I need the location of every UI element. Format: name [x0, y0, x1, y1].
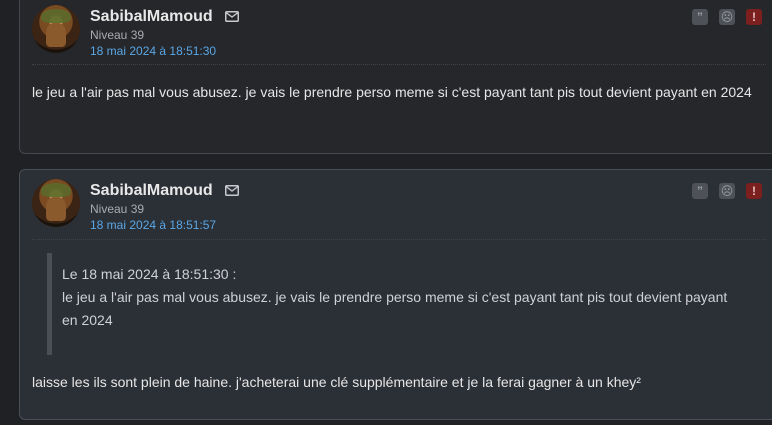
post-date-link[interactable]: 18 mai 2024 à 18:51:57	[90, 218, 216, 232]
avatar[interactable]	[32, 179, 80, 227]
quoted-message: Le 18 mai 2024 à 18:51:30 : le jeu a l'a…	[47, 253, 747, 355]
post-message: laisse les ils sont plein de haine. j'ac…	[32, 374, 641, 390]
quote-header: Le 18 mai 2024 à 18:51:30 :	[62, 266, 237, 282]
quote-icon[interactable]: ”	[692, 183, 708, 199]
mail-icon[interactable]	[225, 185, 239, 196]
author-name[interactable]: SabibalMamoud	[90, 182, 213, 200]
post-header: SabibalMamoud Niveau 39 18 mai 2024 à 18…	[32, 179, 766, 232]
user-level: Niveau 39	[90, 202, 145, 216]
header-divider	[32, 239, 766, 240]
alert-icon[interactable]: !	[746, 183, 762, 199]
quote-text: le jeu a l'air pas mal vous abusez. je v…	[62, 289, 728, 328]
post-header: SabibalMamoud Niveau 39 18 mai 2024 à 18…	[32, 5, 766, 58]
private-message-icon[interactable]: ☹	[719, 9, 735, 25]
quote-icon[interactable]: ”	[692, 9, 708, 25]
post-actions: ” ☹ !	[692, 183, 762, 199]
avatar-hat	[41, 9, 71, 23]
user-level: Niveau 39	[90, 28, 145, 42]
avatar-figure	[46, 197, 66, 221]
avatar-hat	[41, 183, 71, 197]
author-name[interactable]: SabibalMamoud	[90, 8, 213, 26]
post-message: le jeu a l'air pas mal vous abusez. je v…	[32, 84, 752, 100]
forum-post: SabibalMamoud Niveau 39 18 mai 2024 à 18…	[19, 0, 772, 154]
mail-icon[interactable]	[225, 11, 239, 22]
post-date-link[interactable]: 18 mai 2024 à 18:51:30	[90, 44, 216, 58]
avatar[interactable]	[32, 5, 80, 53]
alert-icon[interactable]: !	[746, 9, 762, 25]
header-divider	[32, 64, 766, 65]
forum-post: SabibalMamoud Niveau 39 18 mai 2024 à 18…	[19, 169, 772, 420]
private-message-icon[interactable]: ☹	[719, 183, 735, 199]
avatar-figure	[46, 23, 66, 47]
post-actions: ” ☹ !	[692, 9, 762, 25]
